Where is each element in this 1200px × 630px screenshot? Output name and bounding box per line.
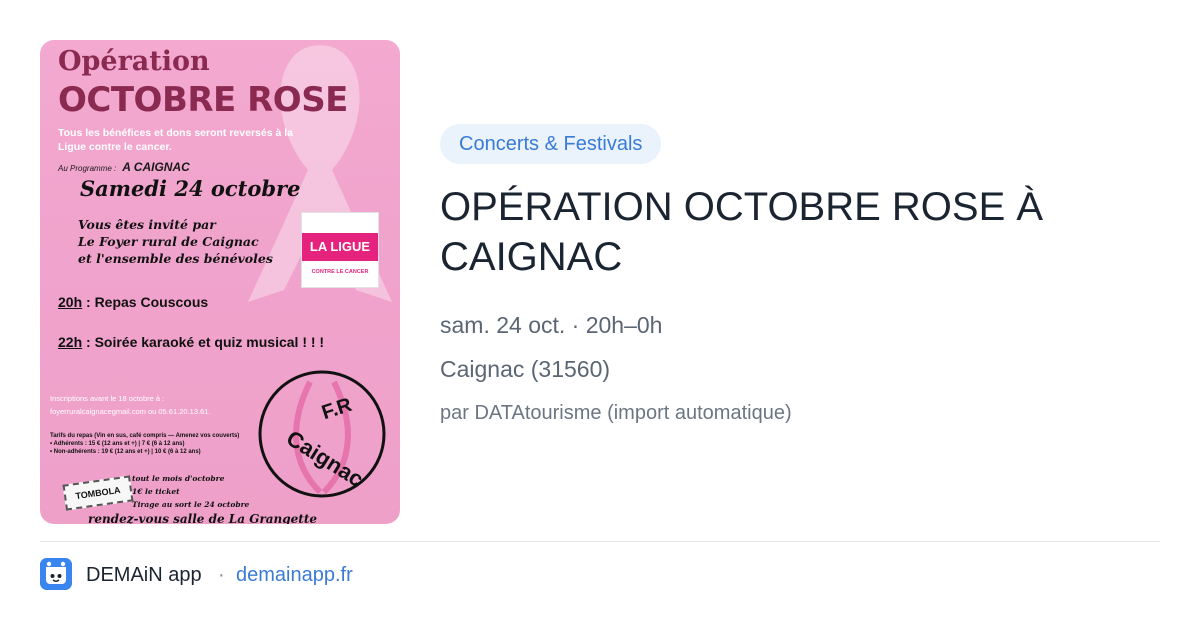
foyer-rural-circle-icon xyxy=(258,370,386,498)
app-domain-link[interactable]: demainapp.fr xyxy=(236,564,353,587)
la-ligue-logo: LA LIGUE CONTRE LE CANCER xyxy=(301,212,379,288)
poster-invite-line: Vous êtes invité par xyxy=(78,217,216,232)
poster-invite-line: et l'ensemble des bénévoles xyxy=(78,251,273,266)
poster-schedule-time: 22h xyxy=(58,334,83,350)
tombola-ticket: TOMBOLA xyxy=(62,475,134,511)
poster-schedule-text: : Soirée karaoké et quiz musical ! ! ! xyxy=(82,334,325,350)
poster-tombola: tout le mois d'octobre 1€ le ticket Tira… xyxy=(132,472,249,511)
poster-inscription-line: foyerruralcaignacegmail.com ou 05.61.20.… xyxy=(50,407,211,416)
event-title: OPÉRATION OCTOBRE ROSE À CAIGNAC xyxy=(440,182,1160,282)
poster-title-line2: OCTOBRE ROSE xyxy=(58,80,348,120)
poster-inscription: Inscriptions avant le 18 octobre à : foy… xyxy=(50,392,280,418)
app-name: DEMAiN app xyxy=(86,564,202,586)
poster-date: Samedi 24 octobre xyxy=(80,176,301,201)
la-ligue-sublabel: CONTRE LE CANCER xyxy=(311,269,369,275)
poster-program: Au Programme : A CAIGNAC xyxy=(58,160,190,174)
poster-program-place: A CAIGNAC xyxy=(122,160,190,174)
poster-tombola-line: Tirage au sort le 24 octobre xyxy=(132,500,250,509)
event-poster-image[interactable]: Opération OCTOBRE ROSE Tous les bénéfice… xyxy=(40,40,400,524)
poster-tombola-line: tout le mois d'octobre xyxy=(132,474,225,483)
poster-invite-line: Le Foyer rural de Caignac xyxy=(78,234,259,249)
poster-program-label: Au Programme : xyxy=(58,164,117,173)
event-datetime: sam. 24 oct. · 20h–0h xyxy=(440,312,663,338)
poster-title-line1: Opération xyxy=(58,46,210,77)
poster-schedule-text: : Repas Couscous xyxy=(82,294,209,310)
footer-divider xyxy=(40,541,1160,542)
event-title-line: CAIGNAC xyxy=(440,235,623,279)
poster-schedule-dinner: 20h : Repas Couscous xyxy=(58,294,208,310)
foyer-rural-logo: F.R Caignac xyxy=(250,352,390,502)
poster-tombola-line: 1€ le ticket xyxy=(132,487,180,496)
event-location: Caignac (31560) xyxy=(440,356,611,382)
event-title-line: OPÉRATION OCTOBRE ROSE À xyxy=(440,185,1044,229)
footer-separator: · xyxy=(218,564,225,586)
poster-rendezvous: rendez-vous salle de La Grangette xyxy=(88,512,318,524)
poster-inscription-line: Inscriptions avant le 18 octobre à : xyxy=(50,394,165,403)
poster-schedule-time: 20h xyxy=(58,294,83,310)
poster-invite: Vous êtes invité par Le Foyer rural de C… xyxy=(78,216,308,267)
poster-benefits-text: Tous les bénéfices et dons seront revers… xyxy=(58,127,293,153)
category-badge[interactable]: Concerts & Festivals xyxy=(440,124,662,164)
demain-app-icon xyxy=(40,558,72,590)
poster-schedule-karaoke: 22h : Soirée karaoké et quiz musical ! !… xyxy=(58,334,324,350)
la-ligue-label: LA LIGUE xyxy=(302,233,378,261)
event-source: par DATAtourisme (import automatique) xyxy=(440,402,792,424)
